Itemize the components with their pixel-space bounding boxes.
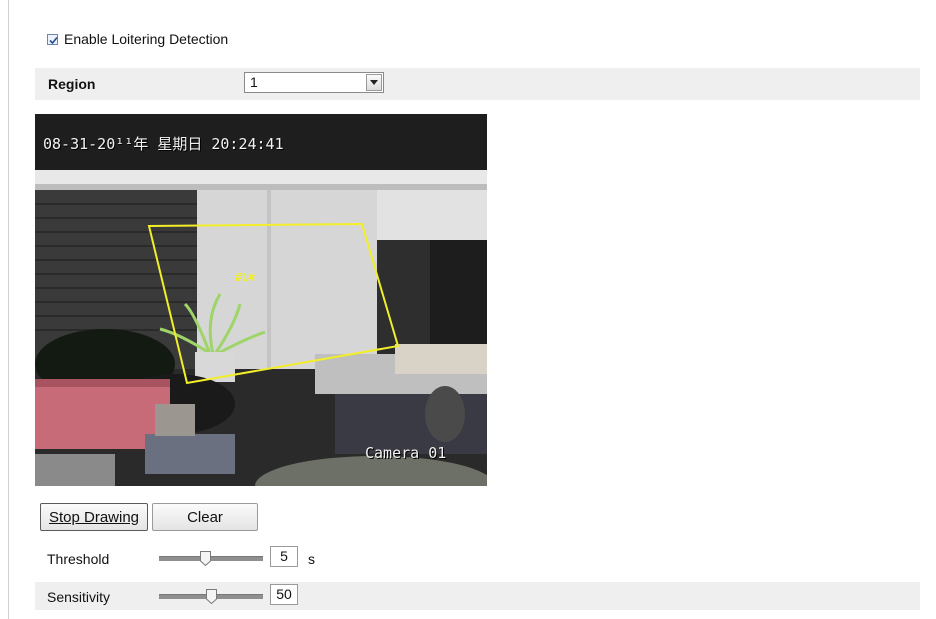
threshold-slider[interactable] [159,551,263,566]
region-select-value: 1 [250,74,258,90]
clear-button[interactable]: Clear [152,503,258,531]
threshold-slider-thumb[interactable] [200,551,212,566]
left-divider [8,0,9,619]
sensitivity-value[interactable]: 50 [270,584,298,605]
stop-drawing-button[interactable]: Stop Drawing [40,503,148,531]
enable-loitering-label: Enable Loitering Detection [64,31,229,47]
enable-loitering-row: Enable Loitering Detection [47,30,228,48]
region-tag: #1# [235,271,255,284]
osd-camera-name: Camera 01 [365,444,447,462]
osd-timestamp: 08-31-20¹¹年 星期日 20:24:41 [43,135,284,153]
region-select[interactable]: 1 [244,72,384,93]
camera-scene [35,114,487,486]
sensitivity-row: Sensitivity 50 [35,582,920,610]
video-preview[interactable]: 08-31-20¹¹年 星期日 20:24:41 #1# Camera 01 [35,114,487,486]
checkmark-icon [49,36,58,44]
chevron-down-icon[interactable] [366,74,382,91]
sensitivity-slider[interactable] [159,589,263,604]
region-label: Region [48,76,96,92]
region-row: Region 1 [35,68,920,100]
threshold-value[interactable]: 5 [270,546,298,567]
threshold-label: Threshold [47,551,110,567]
threshold-unit: s [308,551,315,567]
sensitivity-slider-thumb[interactable] [205,589,217,604]
sensitivity-label: Sensitivity [47,589,111,605]
enable-loitering-checkbox[interactable] [47,33,58,45]
threshold-row: Threshold 5 s [35,544,920,572]
